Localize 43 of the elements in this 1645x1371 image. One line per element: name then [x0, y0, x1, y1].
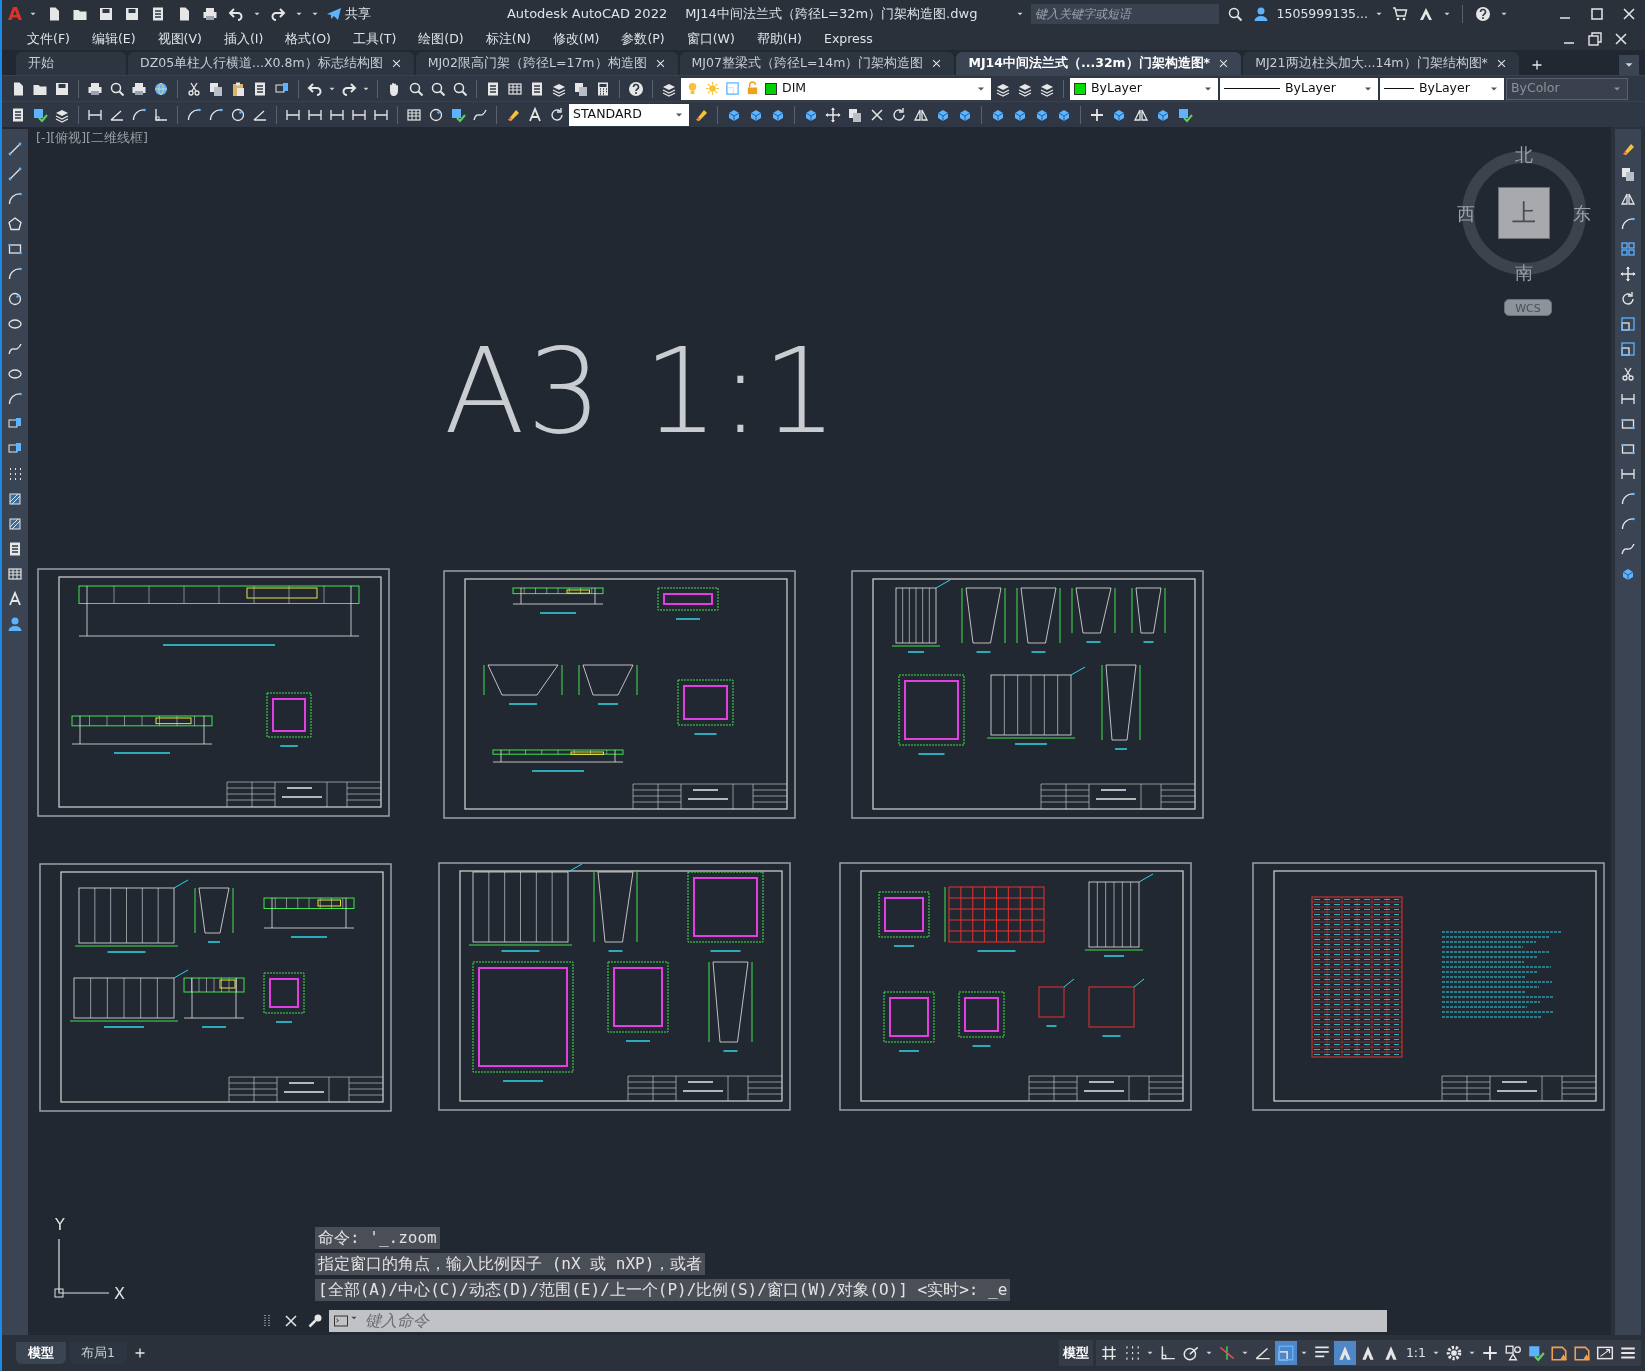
document-tab[interactable]: MJ02限高门架（跨径L=17m）构造图	[415, 52, 678, 75]
menu-item[interactable]: Express	[813, 29, 884, 49]
document-tab[interactable]: 开始	[16, 52, 126, 75]
lineweight-dropdown[interactable]: ByLayer	[1380, 77, 1504, 100]
menu-item[interactable]: 修改(M)	[541, 29, 611, 49]
dimension-style-dropdown[interactable]: STANDARD	[569, 103, 689, 126]
y-axis-label: Y	[55, 1214, 65, 1236]
menu-item[interactable]: 参数(P)	[610, 29, 676, 49]
menu-item[interactable]: 窗口(W)	[675, 29, 746, 49]
model-space-button[interactable]: 模型	[1058, 1340, 1093, 1366]
command-input[interactable]: 键入命令	[329, 1310, 1387, 1332]
document-tab[interactable]: MJ21两边柱头加大...14m）门架结构图*	[1243, 52, 1519, 75]
layout-tab[interactable]: 布局1	[69, 1342, 127, 1364]
linetype-dropdown[interactable]: ByLayer	[1220, 77, 1378, 100]
viewport-label[interactable]: [-][俯视][二维线框]	[36, 129, 148, 148]
menu-item[interactable]: 绘图(D)	[407, 29, 475, 49]
menu-item[interactable]: 视图(V)	[146, 29, 213, 49]
annotation-scale-dropdown[interactable]: 1:1	[1402, 1343, 1429, 1363]
search-field[interactable]: 键入关键字或短语	[1030, 4, 1219, 24]
menu-item[interactable]: 帮助(H)	[745, 29, 813, 49]
share-button[interactable]: 共享	[325, 4, 371, 24]
document-tab[interactable]: DZ05单柱人行横道...X0.8m）标志结构图	[128, 52, 414, 75]
document-tab[interactable]: MJ07整梁式（跨径L=14m）门架构造图	[679, 52, 955, 75]
compass-west[interactable]: 西	[1457, 200, 1475, 227]
menu-item[interactable]: 标注(N)	[474, 29, 542, 49]
layer-dropdown[interactable]: DIM	[681, 77, 991, 100]
user-name[interactable]: 1505999135...	[1276, 4, 1368, 24]
menu-item[interactable]: 格式(O)	[274, 29, 342, 49]
color-dropdown[interactable]: ByLayer	[1070, 77, 1218, 100]
compass-east[interactable]: 东	[1573, 200, 1591, 227]
document-tab[interactable]: MJ14中间法兰式（...32m）门架构造图*	[956, 52, 1242, 75]
menu-item[interactable]: 工具(T)	[341, 29, 408, 49]
compass-south[interactable]: 南	[1515, 259, 1533, 286]
x-axis-label: X	[114, 1283, 125, 1305]
menu-item[interactable]: 文件(F)	[16, 29, 81, 49]
viewcube-top-face[interactable]: 上	[1498, 187, 1550, 239]
drawing-title-text: A3 1:1	[444, 332, 840, 450]
menu-item[interactable]: 编辑(E)	[80, 29, 147, 49]
compass-north[interactable]: 北	[1515, 141, 1533, 168]
app-title: Autodesk AutoCAD 2022	[506, 5, 668, 24]
file-name: MJ14中间法兰式（跨径L=32m）门架构造图.dwg	[685, 5, 978, 24]
menu-item[interactable]: 插入(I)	[212, 29, 275, 49]
layout-tab[interactable]: 模型	[16, 1342, 66, 1364]
